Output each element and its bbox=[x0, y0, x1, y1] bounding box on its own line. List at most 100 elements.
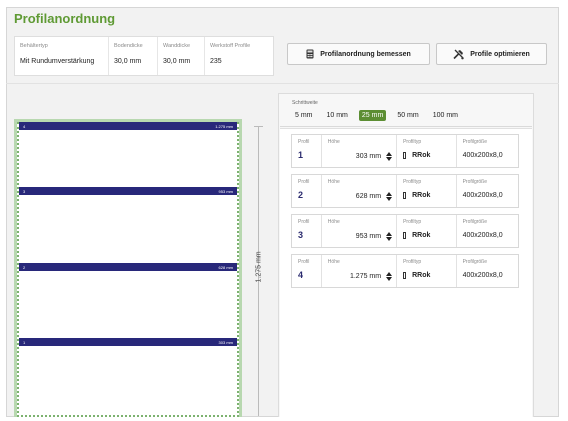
profil-cell: Profil 2 bbox=[292, 175, 322, 207]
bodendicke-label: Bodendicke bbox=[114, 43, 143, 49]
profile-shape-icon bbox=[403, 192, 407, 199]
profile-row-1: Profil 1 Höhe 303 mm Profiltyp RRok Prof… bbox=[291, 134, 519, 168]
profiltyp-value[interactable]: RRok bbox=[412, 152, 430, 159]
profil-label: Profil bbox=[298, 179, 310, 185]
schrittweite-divider bbox=[280, 126, 532, 127]
profil-cell: Profil 1 bbox=[292, 135, 322, 167]
container-parameters: Behältertyp Mit Rundumverstärkung Bodend… bbox=[14, 36, 274, 76]
profile-drawing: 4 1.275 mm 3 953 mm 2 628 mm 1 303 mm bbox=[14, 119, 242, 417]
param-werkstoff: Werkstoff Profile 235 bbox=[205, 37, 273, 75]
profiltyp-value[interactable]: RRok bbox=[412, 272, 430, 279]
werkstoff-value: 235 bbox=[210, 58, 222, 65]
hoehe-cell: Höhe 1.275 mm bbox=[322, 255, 398, 287]
dimension-tick-top bbox=[254, 126, 263, 127]
hoehe-cell: Höhe 953 mm bbox=[322, 215, 398, 247]
profile-band-4[interactable]: 4 1.275 mm bbox=[19, 122, 237, 130]
hoehe-cell: Höhe 628 mm bbox=[322, 175, 398, 207]
profiltyp-cell: Profiltyp RRok bbox=[397, 215, 457, 247]
schrittweite-options: 5 mm 10 mm 25 mm 50 mm 100 mm bbox=[292, 110, 461, 121]
profiltyp-cell: Profiltyp RRok bbox=[397, 135, 457, 167]
profilgroesse-cell: Profilgröße 400x200x8,0 bbox=[457, 215, 518, 247]
hoehe-label: Höhe bbox=[327, 219, 340, 225]
profilanordnung-bemessen-button[interactable]: Profilanordnung bemessen bbox=[287, 43, 430, 65]
band-number: 1 bbox=[23, 339, 26, 345]
profile-row-2: Profil 2 Höhe 628 mm Profiltyp RRok Prof… bbox=[291, 174, 519, 208]
hoehe-value[interactable]: 953 mm bbox=[356, 233, 381, 240]
profile-row-3: Profil 3 Höhe 953 mm Profiltyp RRok Prof… bbox=[291, 214, 519, 248]
profile-shape-icon bbox=[403, 232, 407, 239]
profiltyp-cell: Profiltyp RRok bbox=[397, 255, 457, 287]
height-stepper-icon[interactable] bbox=[386, 152, 393, 161]
profile-band-2[interactable]: 2 628 mm bbox=[19, 263, 237, 271]
profilgroesse-label: Profilgröße bbox=[462, 219, 488, 225]
profile-shape-icon bbox=[403, 152, 407, 159]
profilgroesse-value[interactable]: 400x200x8,0 bbox=[463, 192, 514, 199]
param-bodendicke: Bodendicke 30,0 mm bbox=[109, 37, 158, 75]
hoehe-value[interactable]: 628 mm bbox=[356, 193, 381, 200]
height-stepper-icon[interactable] bbox=[386, 232, 393, 241]
schrittweite-option-50[interactable]: 50 mm bbox=[394, 110, 421, 121]
profil-cell: Profil 3 bbox=[292, 215, 322, 247]
profilgroesse-cell: Profilgröße 400x200x8,0 bbox=[457, 135, 518, 167]
band-height-label: 303 mm bbox=[218, 339, 233, 345]
profilgroesse-label: Profilgröße bbox=[462, 139, 488, 145]
section-divider bbox=[6, 83, 559, 84]
profile-optimieren-button[interactable]: Profile optimieren bbox=[436, 43, 547, 65]
profiltyp-value[interactable]: RRok bbox=[412, 232, 430, 239]
profiltyp-label: Profiltyp bbox=[403, 139, 422, 145]
schrittweite-option-100[interactable]: 100 mm bbox=[430, 110, 461, 121]
profilgroesse-value[interactable]: 400x200x8,0 bbox=[463, 232, 514, 239]
wanddicke-label: Wanddicke bbox=[163, 43, 191, 49]
profiltyp-value[interactable]: RRok bbox=[412, 192, 430, 199]
hoehe-label: Höhe bbox=[327, 259, 340, 265]
band-number: 3 bbox=[23, 188, 26, 194]
param-behaeltertyp: Behältertyp Mit Rundumverstärkung bbox=[15, 37, 109, 75]
page-title: Profilanordnung bbox=[14, 11, 116, 26]
profiltyp-label: Profiltyp bbox=[403, 259, 422, 265]
profile-shape-icon bbox=[403, 272, 407, 279]
profil-label: Profil bbox=[298, 259, 310, 265]
profil-label: Profil bbox=[298, 139, 310, 145]
height-stepper-icon[interactable] bbox=[386, 272, 393, 281]
profile-band-3[interactable]: 3 953 mm bbox=[19, 187, 237, 195]
hoehe-value[interactable]: 303 mm bbox=[356, 153, 381, 160]
hoehe-cell: Höhe 303 mm bbox=[322, 135, 398, 167]
profil-cell: Profil 4 bbox=[292, 255, 322, 287]
band-height-label: 953 mm bbox=[218, 188, 233, 194]
profil-label: Profil bbox=[298, 219, 310, 225]
hoehe-label: Höhe bbox=[327, 179, 340, 185]
band-number: 4 bbox=[23, 123, 26, 129]
profilgroesse-cell: Profilgröße 400x200x8,0 bbox=[457, 175, 518, 207]
behaeltertyp-value: Mit Rundumverstärkung bbox=[20, 58, 95, 65]
profile-row-4: Profil 4 Höhe 1.275 mm Profiltyp RRok Pr… bbox=[291, 254, 519, 288]
behaeltertyp-label: Behältertyp bbox=[20, 43, 48, 49]
height-stepper-icon[interactable] bbox=[386, 192, 393, 201]
profilgroesse-label: Profilgröße bbox=[462, 179, 488, 185]
bodendicke-value: 30,0 mm bbox=[114, 58, 142, 65]
werkstoff-label: Werkstoff Profile bbox=[210, 43, 251, 49]
hoehe-value[interactable]: 1.275 mm bbox=[350, 273, 381, 280]
tools-icon bbox=[453, 49, 464, 60]
bemessen-label: Profilanordnung bemessen bbox=[320, 50, 411, 58]
wanddicke-value: 30,0 mm bbox=[163, 58, 191, 65]
profilgroesse-label: Profilgröße bbox=[462, 259, 488, 265]
profil-number: 1 bbox=[298, 150, 304, 160]
profilgroesse-value[interactable]: 400x200x8,0 bbox=[463, 152, 514, 159]
profile-band-1[interactable]: 1 303 mm bbox=[19, 338, 237, 346]
profiltyp-label: Profiltyp bbox=[403, 179, 422, 185]
profiltyp-label: Profiltyp bbox=[403, 219, 422, 225]
band-height-label: 1.275 mm bbox=[215, 123, 233, 129]
schrittweite-option-10[interactable]: 10 mm bbox=[324, 110, 351, 121]
schrittweite-option-5[interactable]: 5 mm bbox=[292, 110, 316, 121]
schrittweite-option-25[interactable]: 25 mm bbox=[358, 110, 387, 121]
profiltyp-cell: Profiltyp RRok bbox=[397, 175, 457, 207]
calculator-icon bbox=[306, 49, 314, 59]
profilgroesse-value[interactable]: 400x200x8,0 bbox=[463, 272, 514, 279]
dimension-label: 1.275 mm bbox=[255, 251, 263, 283]
band-height-label: 628 mm bbox=[218, 264, 233, 270]
optimieren-label: Profile optimieren bbox=[470, 50, 530, 58]
param-wanddicke: Wanddicke 30,0 mm bbox=[158, 37, 205, 75]
hoehe-label: Höhe bbox=[327, 139, 340, 145]
band-number: 2 bbox=[23, 264, 26, 270]
profil-number: 4 bbox=[298, 270, 304, 280]
